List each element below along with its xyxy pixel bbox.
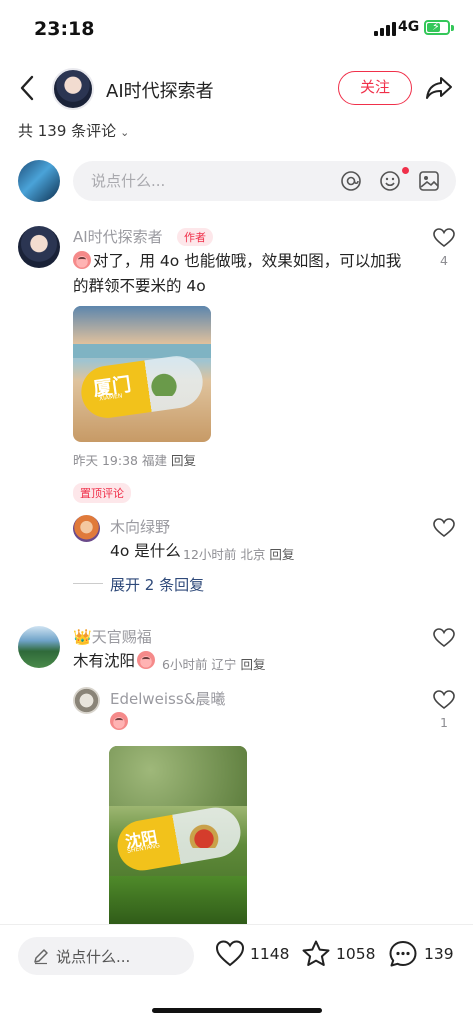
emoji xyxy=(110,712,128,730)
reply-meta: 12小时前 北京 回复 xyxy=(183,544,294,563)
reply-emoji xyxy=(110,712,130,731)
comment-count-sort[interactable]: 共 139 条评论 ⌄ xyxy=(18,120,129,141)
comment-total: 139 xyxy=(424,945,454,963)
charging-icon: ⚡ xyxy=(432,20,440,33)
comment-meta: 昨天 19:38 福建 回复 xyxy=(73,450,196,469)
author-badge: 作者 xyxy=(177,228,213,246)
reply-author[interactable]: Edelweiss&晨曦 xyxy=(110,688,225,709)
reply-link[interactable]: 回复 xyxy=(171,453,196,468)
reply-avatar[interactable] xyxy=(73,687,100,714)
status-bar: 23:18 4G ⚡ xyxy=(0,0,473,56)
share-icon[interactable] xyxy=(424,74,454,102)
comment-composer: 说点什么... xyxy=(18,160,456,202)
pencil-icon xyxy=(34,949,48,965)
image-icon[interactable] xyxy=(418,170,440,192)
reply-image-shenyang[interactable]: 沈阳 SHENYANG xyxy=(109,746,247,926)
expand-divider xyxy=(73,583,103,584)
my-avatar xyxy=(18,160,60,202)
comment-text: 对了，用 4o 也能做哦，效果如图，可以加我 的群领不要米的 4o xyxy=(73,249,423,299)
comment-text-line1: 对了，用 4o 也能做哦，效果如图，可以加我 xyxy=(93,252,402,270)
author-avatar[interactable] xyxy=(52,68,94,110)
reply-link[interactable]: 回复 xyxy=(269,547,294,562)
like-count: 4 xyxy=(440,253,448,268)
emoji xyxy=(137,651,156,669)
reply-text: 4o 是什么 xyxy=(110,542,181,560)
comment-avatar[interactable] xyxy=(18,226,60,268)
comment-image-xiamen[interactable]: 厦门 XIAMEN xyxy=(73,306,211,442)
follow-button[interactable]: 关注 xyxy=(338,71,412,105)
like-icon[interactable] xyxy=(433,228,455,248)
notification-dot xyxy=(402,167,409,174)
comment-time-location: 6小时前 辽宁 xyxy=(162,657,237,672)
like-total: 1148 xyxy=(250,945,290,963)
chevron-down-icon: ⌄ xyxy=(120,126,130,139)
like-count: 1 xyxy=(440,715,448,730)
comment-avatar[interactable] xyxy=(18,626,60,668)
author-name[interactable]: AI时代探索者 xyxy=(106,77,214,103)
comment-text-content: 木有沈阳 xyxy=(73,652,136,670)
emoji xyxy=(73,251,91,269)
comment-text: 木有沈阳 xyxy=(73,649,157,674)
star-total: 1058 xyxy=(336,945,376,963)
header: AI时代探索者 关注 xyxy=(0,62,473,116)
like-icon[interactable] xyxy=(433,628,455,648)
comment-author[interactable]: AI时代探索者 xyxy=(73,226,163,247)
mention-icon[interactable] xyxy=(340,170,362,192)
emoji-icon[interactable] xyxy=(379,170,401,192)
like-icon[interactable] xyxy=(215,939,245,969)
comment-author[interactable]: 👑天官赐福 xyxy=(73,626,152,647)
bottom-input-placeholder: 说点什么... xyxy=(56,948,131,966)
comment-time-location: 昨天 19:38 福建 xyxy=(73,453,167,468)
reply-link[interactable]: 回复 xyxy=(240,657,265,672)
signal-icon xyxy=(374,22,396,36)
comment-count: 共 139 条评论 xyxy=(18,122,117,140)
network-label: 4G xyxy=(398,19,420,35)
comment-author-name: 天官赐福 xyxy=(91,628,152,646)
comment-icon[interactable] xyxy=(388,939,418,969)
bottom-comment-input[interactable]: 说点什么... xyxy=(18,937,194,975)
reply-avatar[interactable] xyxy=(73,515,100,542)
star-icon[interactable] xyxy=(301,939,331,969)
crown-icon: 👑 xyxy=(73,628,92,646)
status-time: 23:18 xyxy=(34,18,95,40)
home-indicator[interactable] xyxy=(152,1008,322,1013)
battery-cap xyxy=(451,25,454,31)
reply-author[interactable]: 木向绿野 xyxy=(110,516,170,537)
comment-meta: 6小时前 辽宁 回复 xyxy=(162,654,265,673)
like-icon[interactable] xyxy=(433,690,455,710)
like-icon[interactable] xyxy=(433,518,455,538)
expand-replies-button[interactable]: 展开 2 条回复 xyxy=(110,574,204,595)
reply-time-location: 12小时前 北京 xyxy=(183,547,266,562)
pinned-badge: 置顶评论 xyxy=(73,483,131,503)
back-icon[interactable] xyxy=(16,74,40,102)
comment-text-line2: 的群领不要米的 4o xyxy=(73,277,206,295)
